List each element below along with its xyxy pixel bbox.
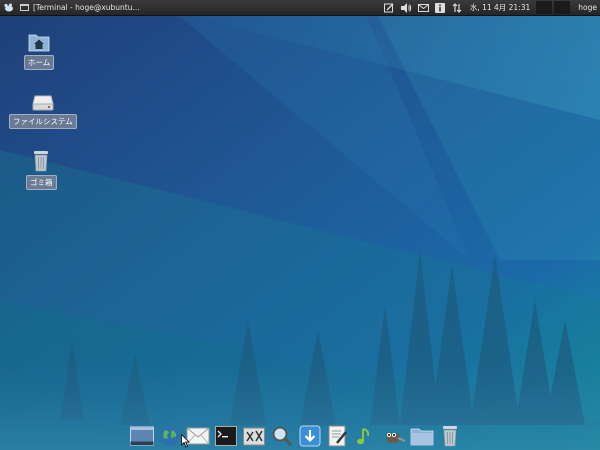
hidden-tray-area (536, 1, 571, 14)
web-browser-icon (160, 426, 180, 446)
text-editor-icon (328, 425, 347, 447)
user-menu[interactable]: hoge (578, 3, 597, 12)
dock-search[interactable] (270, 424, 294, 448)
dock-web-browser[interactable] (158, 424, 182, 448)
trash-icon (443, 426, 457, 447)
home-folder-icon (28, 34, 50, 52)
network-transfer-icon[interactable] (452, 2, 463, 13)
dock-file-manager[interactable] (410, 424, 434, 448)
terminal-icon (215, 426, 237, 446)
gimp-icon (386, 433, 406, 443)
download-icon (299, 425, 321, 447)
dock-settings[interactable] (242, 424, 266, 448)
desktop-icon-label: ゴミ箱 (26, 175, 57, 190)
window-icon (20, 4, 29, 11)
desktop-icon-home[interactable]: ホーム (24, 32, 55, 70)
top-panel: [Terminal - hoge@xubuntu... 水, 11 4月 21:… (0, 0, 600, 16)
desktop-icon (130, 426, 154, 446)
volume-icon[interactable] (400, 2, 412, 13)
desktop-icon-filesystem[interactable]: ファイルシステム (9, 93, 77, 129)
notes-icon[interactable] (384, 2, 395, 13)
media-player-icon (357, 428, 370, 445)
system-tray: 水, 11 4月 21:31 hoge (381, 0, 600, 15)
desktop-wallpaper (0, 0, 600, 450)
dock-gimp[interactable] (382, 424, 406, 448)
dock-terminal[interactable] (214, 424, 238, 448)
desktop-icon-label: ファイルシステム (9, 114, 77, 129)
clock[interactable]: 水, 11 4月 21:31 (470, 2, 530, 13)
taskbar-window-title: [Terminal - hoge@xubuntu... (33, 3, 140, 12)
info-icon[interactable] (435, 2, 446, 13)
mail-icon[interactable] (417, 2, 429, 13)
trash-icon (34, 151, 49, 172)
search-icon (272, 426, 293, 447)
dock-media-player[interactable] (354, 424, 378, 448)
dock-download[interactable] (298, 424, 322, 448)
mouse-cursor-icon (181, 434, 190, 448)
applications-menu-button[interactable] (0, 0, 16, 15)
desktop-icon-trash[interactable]: ゴミ箱 (26, 150, 57, 190)
xfce-mouse-icon (3, 3, 13, 12)
desktop-icon-label: ホーム (24, 55, 55, 70)
settings-icon (243, 427, 265, 446)
folder-icon (410, 428, 434, 446)
dock-trash[interactable] (438, 424, 462, 448)
taskbar-window-terminal[interactable]: [Terminal - hoge@xubuntu... (16, 0, 144, 15)
drive-icon (32, 95, 54, 111)
dock-show-desktop[interactable] (130, 424, 154, 448)
dock-text-editor[interactable] (326, 424, 350, 448)
